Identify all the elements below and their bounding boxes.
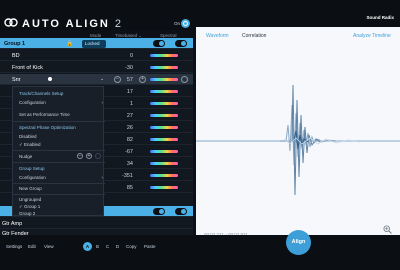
menu-disabled[interactable]: Disabled <box>19 134 103 139</box>
menu-group-2[interactable]: Group 2 <box>19 211 103 216</box>
menu-ungrouped[interactable]: Ungrouped <box>19 197 103 202</box>
track-context-menu: Track/Channels Setup Configuration › Set… <box>12 86 105 216</box>
nudge-minus-button[interactable]: − <box>77 153 83 159</box>
spectral-meter <box>150 78 178 81</box>
settings-menu[interactable]: Settings <box>6 244 22 249</box>
zoom-in-icon[interactable] <box>383 225 392 234</box>
snapshot-slot-b[interactable]: B <box>93 242 102 251</box>
menu-group-setup-header: Group Setup <box>19 166 45 171</box>
group-1-header[interactable]: Group 1 🔒 Locked <box>0 38 193 49</box>
spectral-meter <box>150 162 178 165</box>
spectral-meter <box>150 102 178 105</box>
bottom-toolbar: Settings Edit View A B C D Copy Paste <box>0 235 400 270</box>
track-delay: -67 <box>125 148 133 155</box>
menu-track-setup-header: Track/Channels Setup <box>19 91 64 96</box>
tab-correlation[interactable]: Correlation <box>242 33 266 39</box>
menu-divider <box>13 194 105 195</box>
header: AUTO ALIGN 2 On Sound Radix Mode Timebas… <box>0 0 400 38</box>
waveform-display <box>196 84 400 196</box>
nudge-plus-button[interactable]: + <box>86 153 92 159</box>
tab-analyze-timeline[interactable]: Analyze Timeline <box>353 33 391 39</box>
view-menu[interactable]: View <box>44 244 54 249</box>
power-button[interactable] <box>181 19 190 28</box>
group-spectral-toggle[interactable] <box>175 40 187 47</box>
menu-group-configuration[interactable]: Configuration › <box>19 175 103 180</box>
group-name: Group 1 <box>4 40 26 47</box>
track-name: Snr <box>12 76 21 83</box>
auto-align-plugin-window: AUTO ALIGN 2 On Sound Radix Mode Timebas… <box>0 0 400 270</box>
menu-divider <box>13 121 105 122</box>
cursor-icon <box>48 77 52 81</box>
menu-group-configuration-label: Configuration <box>19 175 46 180</box>
track-row-selected[interactable]: Snr ⌄ − 57 + <box>0 74 193 85</box>
spectral-meter <box>150 114 178 117</box>
brand-logo: Sound Radix <box>366 15 394 20</box>
tab-waveform[interactable]: Waveform <box>206 33 229 39</box>
menu-spo-header: Spectral Phase Optimization <box>19 125 76 130</box>
track-delay: 85 <box>126 184 133 191</box>
chevron-right-icon: › <box>101 175 104 180</box>
snapshot-slot-a[interactable]: A <box>83 242 92 251</box>
auto-align-logo-icon <box>4 18 18 27</box>
track-delay: 1 <box>129 100 133 107</box>
menu-nudge-label: Nudge <box>19 154 33 159</box>
edit-menu[interactable]: Edit <box>28 244 36 249</box>
track-name: Gtr Amp <box>2 220 23 227</box>
group-spectral-toggle[interactable] <box>175 208 187 215</box>
spectral-meter <box>150 66 178 69</box>
spectral-meter <box>150 174 178 177</box>
track-delay: -351 <box>121 172 133 179</box>
menu-divider <box>13 183 105 184</box>
menu-configuration-label: Configuration <box>19 100 46 105</box>
paste-button[interactable]: Paste <box>144 244 156 249</box>
track-delay: 27 <box>126 112 133 119</box>
menu-set-performance-time[interactable]: Set as Performance Time <box>19 112 103 117</box>
align-button[interactable]: Align <box>286 230 311 255</box>
chevron-right-icon: › <box>101 100 104 105</box>
product-title: AUTO ALIGN 2 <box>22 18 123 30</box>
group-timbre-toggle[interactable] <box>153 208 165 215</box>
group-timbre-toggle[interactable] <box>153 40 165 47</box>
track-name: BD <box>12 52 20 59</box>
track-delay: 17 <box>126 88 133 95</box>
track-name: Front of Kick <box>12 64 43 71</box>
snapshot-slot-c[interactable]: C <box>103 242 112 251</box>
chevron-down-icon[interactable]: ⌄ <box>100 76 104 82</box>
menu-group-1[interactable]: ✓ Group 1 <box>19 204 103 210</box>
plus-button[interactable]: + <box>139 76 146 83</box>
track-delay: 0 <box>129 52 133 59</box>
spectral-meter <box>150 186 178 189</box>
phase-icon[interactable] <box>181 76 188 83</box>
menu-configuration[interactable]: Configuration › <box>19 100 103 105</box>
track-row[interactable]: Front of Kick -30 <box>0 62 193 73</box>
track-delay: 57 <box>126 76 133 83</box>
menu-nudge: Nudge − + <box>19 153 103 159</box>
snapshot-slot-d[interactable]: D <box>113 242 122 251</box>
spectral-meter <box>150 54 178 57</box>
product-name: AUTO ALIGN <box>22 18 110 30</box>
spectral-meter <box>150 90 178 93</box>
menu-divider <box>13 162 105 163</box>
on-label: On <box>174 21 181 26</box>
track-delay: 82 <box>126 136 133 143</box>
menu-divider <box>13 150 105 151</box>
track-delay: 26 <box>126 124 133 131</box>
track-delay: 34 <box>126 160 133 167</box>
group-mode-select[interactable]: Locked <box>82 39 106 48</box>
spectral-meter <box>150 138 178 141</box>
menu-new-group[interactable]: New Group <box>19 186 103 191</box>
product-version: 2 <box>114 18 124 30</box>
spectral-meter <box>150 126 178 129</box>
menu-enabled[interactable]: ✓ Enabled <box>19 142 103 148</box>
track-delay: -30 <box>125 64 133 71</box>
waveform-panel: Waveform Correlation Analyze Timeline 00… <box>196 27 400 243</box>
nudge-reset-button[interactable] <box>95 153 101 159</box>
track-row[interactable]: BD 0 <box>0 50 193 61</box>
lock-icon: 🔒 <box>66 41 74 47</box>
copy-button[interactable]: Copy <box>126 244 137 249</box>
spectral-meter <box>150 150 178 153</box>
